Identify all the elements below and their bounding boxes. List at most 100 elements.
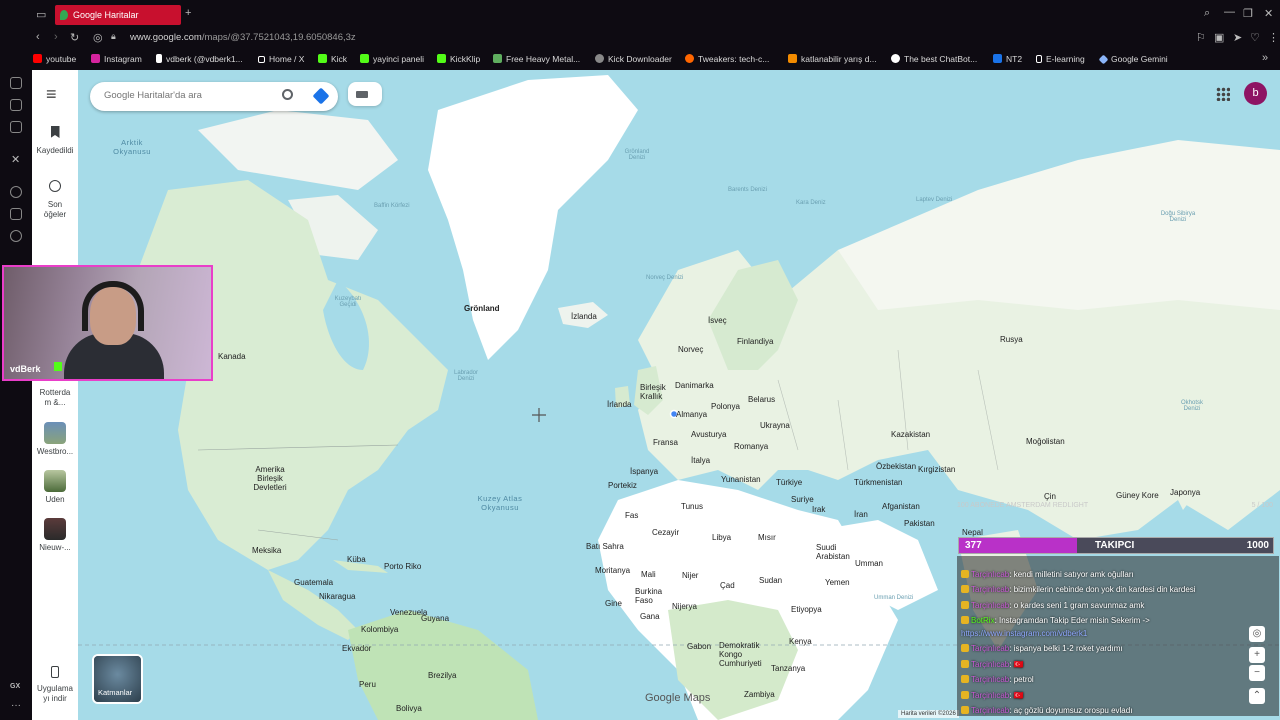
label-italya: İtalya <box>691 456 711 465</box>
back-button[interactable]: ‹ <box>36 31 40 43</box>
label-cad: Çad <box>720 581 735 590</box>
my-location-button[interactable]: ◎ <box>1249 626 1265 642</box>
recent-place-westbroek[interactable]: Westbro... <box>32 422 78 457</box>
download-label: Uygulama yı indir <box>36 684 73 703</box>
label-zambiya: Zambiya <box>744 690 775 699</box>
label-ekvador: Ekvador <box>342 644 372 653</box>
bookmark-chatbot[interactable]: The best ChatBot... <box>891 54 977 64</box>
aria-icon[interactable] <box>10 77 22 89</box>
label-kirgizistan: Kırgizistan <box>918 465 956 474</box>
minimize-button[interactable]: — <box>1224 6 1235 18</box>
chat-message: https://www.instagram.com/vdberk1 <box>961 629 1088 638</box>
label-danimarka: Danimarka <box>675 381 714 390</box>
bookmark-page-icon[interactable]: ⚐ <box>1196 31 1206 44</box>
url-field[interactable]: www.google.com/maps/@37.7521043,19.60508… <box>130 32 356 43</box>
menu-icon[interactable]: ⋮ <box>1268 31 1279 44</box>
hamburger-menu-icon[interactable]: ≡ <box>46 84 57 105</box>
label-guyana: Guyana <box>421 614 450 623</box>
tab-google-maps[interactable]: Google Haritalar <box>55 5 181 25</box>
search-box[interactable] <box>90 82 338 111</box>
snapshot-icon[interactable]: ▣ <box>1214 31 1224 44</box>
saved-label: Kaydedildi <box>36 146 74 155</box>
follower-label: TAKIPCI <box>1095 540 1135 551</box>
layers-button[interactable]: Katmanlar <box>92 654 143 704</box>
bookmark-nt2[interactable]: NT2 <box>993 54 1022 64</box>
bookmark-katlanabilir[interactable]: katlanabilir yarış d... <box>788 54 877 64</box>
google-apps-icon[interactable] <box>1216 87 1230 101</box>
bookmark-kickklip[interactable]: KickKlip <box>437 54 480 64</box>
bookmark-elearning[interactable]: E-learning <box>1036 54 1085 64</box>
label-kolombiya: Kolombiya <box>361 625 399 634</box>
search-input[interactable] <box>104 90 274 101</box>
bookmark-instagram[interactable]: Instagram <box>91 54 142 64</box>
more-icon[interactable]: ··· <box>11 700 21 711</box>
bookmark-tiktok[interactable]: vdberk (@vdberk1... <box>156 54 243 64</box>
label-suudi: Suudi Arabistan <box>816 543 850 561</box>
search-tabs-icon[interactable]: ⌕ <box>1204 7 1210 20</box>
label-umman: Umman <box>855 559 884 568</box>
close-window-button[interactable]: ✕ <box>1264 7 1273 20</box>
gx-icon[interactable]: GX <box>10 683 20 690</box>
restore-button[interactable]: ❐ <box>1243 7 1253 20</box>
label-norvec: Norveç <box>678 345 704 354</box>
saved-button[interactable]: Kaydedildi <box>32 126 78 156</box>
pin-icon[interactable] <box>10 208 22 220</box>
search-icon[interactable] <box>282 89 293 100</box>
download-app-button[interactable]: Uygulama yı indir <box>32 666 78 704</box>
player-icon[interactable] <box>10 186 22 198</box>
lock-icon[interactable]: 🔒︎ <box>111 31 116 42</box>
recent-button[interactable]: Son öğeler <box>32 180 78 220</box>
send-icon[interactable]: ➤ <box>1233 31 1242 44</box>
heart-icon[interactable]: ♡ <box>1250 31 1260 44</box>
map-attribution[interactable]: Harita verileri ©2026 <box>898 710 959 718</box>
bookmark-kick-downloader[interactable]: Kick Downloader <box>595 54 672 64</box>
recent-place-uden[interactable]: Uden <box>32 470 78 505</box>
label-moritanya: Moritanya <box>595 566 631 575</box>
directions-icon[interactable] <box>312 87 330 105</box>
bookmark-kick[interactable]: Kick <box>318 54 347 64</box>
recent-place-nieuw[interactable]: Nieuw-... <box>32 518 78 553</box>
new-tab-button[interactable]: + <box>185 7 191 19</box>
gallery-icon[interactable] <box>10 99 22 111</box>
label-arktik-okyanusu: Arktik Okyanusu <box>113 138 151 156</box>
bookmarks-overflow-icon[interactable]: » <box>1262 52 1268 64</box>
recent-place-rotterdam[interactable]: Rotterda m &... <box>32 388 78 408</box>
bookmark-free-heavy-metal[interactable]: Free Heavy Metal... <box>493 54 580 64</box>
bookmark-gemini[interactable]: Google Gemini <box>1098 54 1168 65</box>
label-ukrayna: Ukrayna <box>760 421 790 430</box>
label-baffin: Baffin Körfezi <box>374 203 410 209</box>
input-tools-button[interactable] <box>348 82 382 106</box>
zoom-in-button[interactable]: + <box>1249 647 1265 663</box>
label-turkiye: Türkiye <box>776 478 803 487</box>
zoom-out-button[interactable]: − <box>1249 665 1265 681</box>
label-dogu-sibirya: Doğu Sibirya Denizi <box>1160 211 1196 223</box>
bookmark-yayinci-paneli[interactable]: yayinci paneli <box>360 54 424 64</box>
bookmark-tweakers[interactable]: Tweakers: tech-c... <box>685 54 769 64</box>
tab-list-icon[interactable]: ▭ <box>36 8 46 21</box>
bookmarks-bar: youtube Instagram vdberk (@vdberk1... Ho… <box>0 48 1280 70</box>
x-icon[interactable]: ✕ <box>11 153 20 166</box>
bookmark-youtube[interactable]: youtube <box>33 54 76 64</box>
messenger-icon[interactable] <box>10 121 22 133</box>
account-avatar[interactable]: b <box>1244 82 1267 105</box>
label-norvec-denizi: Norveç Denizi <box>646 275 684 281</box>
place-label: Nieuw-... <box>39 543 71 552</box>
label-almanya: Almanya <box>676 410 708 419</box>
label-ispanya: İspanya <box>630 467 659 476</box>
forward-button[interactable]: › <box>54 31 58 43</box>
history-icon[interactable] <box>10 230 22 242</box>
expand-imagery-button[interactable]: ⌃ <box>1249 688 1265 704</box>
place-thumbnail <box>44 470 66 492</box>
label-irlanda: İrlanda <box>607 400 632 409</box>
label-burkina: Burkina Faso <box>635 587 663 605</box>
label-kuzey-atlas-okyanusu: Kuzey Atlas Okyanusu <box>477 494 523 512</box>
label-rusya: Rusya <box>1000 335 1023 344</box>
label-kuzeybati: Kuzeybatı Geçidi <box>334 296 362 308</box>
reload-button[interactable]: ↻ <box>70 31 79 44</box>
label-belarus: Belarus <box>748 395 776 404</box>
layers-label: Katmanlar <box>98 688 133 697</box>
url-domain: www.google.com <box>130 32 202 43</box>
location-icon[interactable]: ◎ <box>93 31 103 44</box>
label-kongo: Demokratik Kongo Cumhuriyeti <box>719 641 762 668</box>
bookmark-x[interactable]: Home / X <box>258 54 304 64</box>
